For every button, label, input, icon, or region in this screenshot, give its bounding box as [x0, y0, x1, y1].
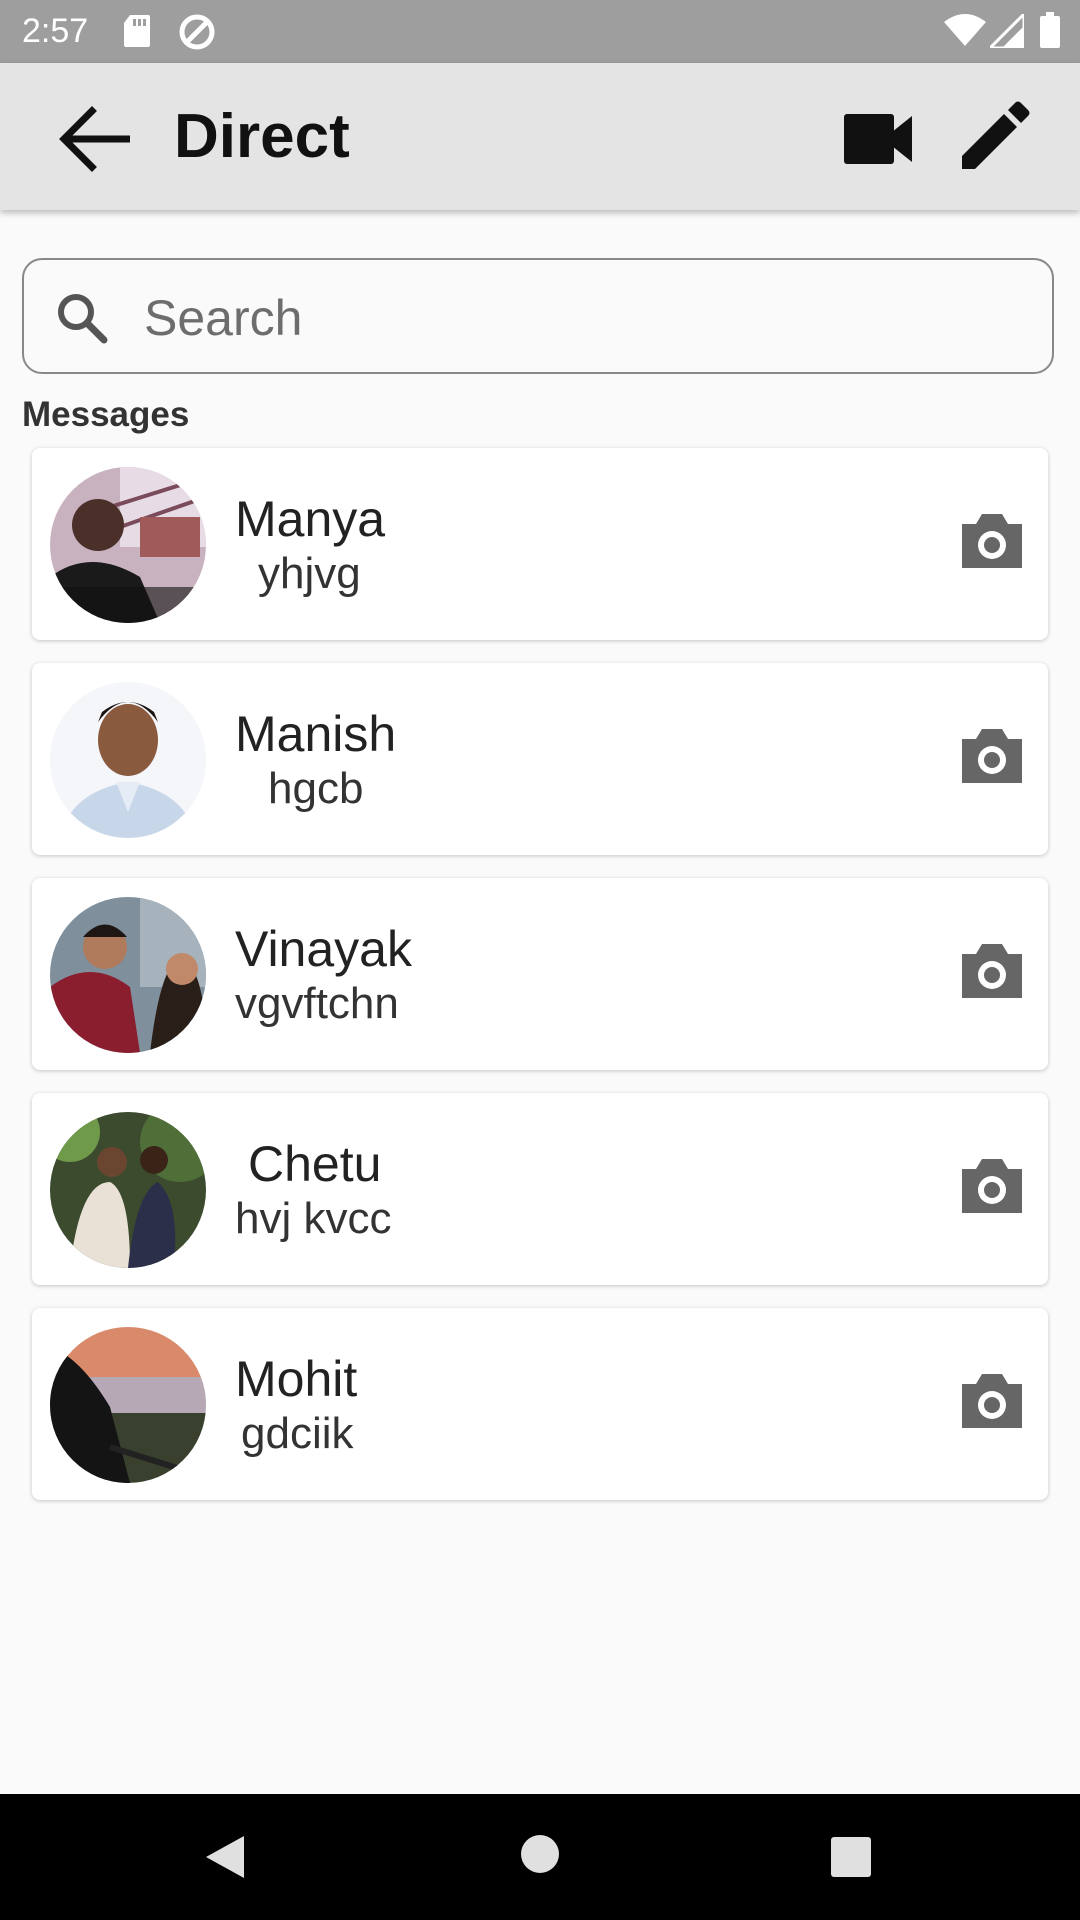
search-input[interactable]: [142, 282, 1026, 354]
message-preview: gdciik: [241, 1409, 354, 1458]
camera-icon: [962, 514, 1022, 568]
status-bar: 2:57: [0, 0, 1080, 63]
navigation-bar: [0, 1794, 1080, 1920]
back-triangle-icon[interactable]: [204, 1834, 246, 1885]
camera-button[interactable]: [958, 725, 1026, 787]
compose-button[interactable]: [958, 101, 1030, 173]
message-preview: yhjvg: [258, 549, 361, 598]
camera-icon: [962, 1374, 1022, 1428]
search-box[interactable]: [22, 258, 1054, 374]
arrow-back-icon: [59, 106, 132, 172]
back-button[interactable]: [58, 103, 132, 175]
camera-button[interactable]: [958, 940, 1026, 1002]
home-circle-icon[interactable]: [520, 1834, 560, 1879]
list-item[interactable]: Mohit gdciik: [32, 1308, 1048, 1500]
list-item[interactable]: Manish hgcb: [32, 663, 1048, 855]
camera-icon: [962, 729, 1022, 783]
pencil-icon: [962, 101, 1030, 169]
sd-card-icon: [124, 15, 150, 52]
search-icon: [56, 292, 108, 349]
contact-name: Mohit: [235, 1351, 358, 1407]
videocam-icon: [844, 114, 912, 164]
message-preview: vgvftchn: [235, 979, 399, 1028]
page-title: Direct: [174, 102, 350, 171]
app-bar: Direct: [0, 63, 1080, 210]
contact-name: Manya: [235, 491, 386, 547]
contact-name: Manish: [235, 706, 397, 762]
wifi-icon: [944, 14, 986, 53]
status-time: 2:57: [22, 12, 89, 50]
list-item[interactable]: Chetu hvj kvcc: [32, 1093, 1048, 1285]
message-preview: hvj kvcc: [235, 1194, 392, 1243]
sync-icon: [178, 13, 216, 56]
signal-icon: [986, 10, 1026, 53]
camera-icon: [962, 944, 1022, 998]
camera-button[interactable]: [958, 1370, 1026, 1432]
contact-name: Chetu: [248, 1136, 382, 1192]
list-item[interactable]: Manya yhjvg: [32, 448, 1048, 640]
avatar: [50, 1112, 206, 1268]
camera-button[interactable]: [958, 510, 1026, 572]
contact-name: Vinayak: [235, 921, 412, 977]
avatar: [50, 1327, 206, 1483]
video-call-button[interactable]: [840, 108, 916, 170]
camera-icon: [962, 1159, 1022, 1213]
avatar: [50, 467, 206, 623]
battery-icon: [1040, 12, 1060, 53]
recents-square-icon[interactable]: [830, 1836, 872, 1883]
message-preview: hgcb: [268, 764, 364, 813]
messages-heading: Messages: [22, 395, 190, 434]
list-item[interactable]: Vinayak vgvftchn: [32, 878, 1048, 1070]
avatar: [50, 897, 206, 1053]
camera-button[interactable]: [958, 1155, 1026, 1217]
avatar: [50, 682, 206, 838]
